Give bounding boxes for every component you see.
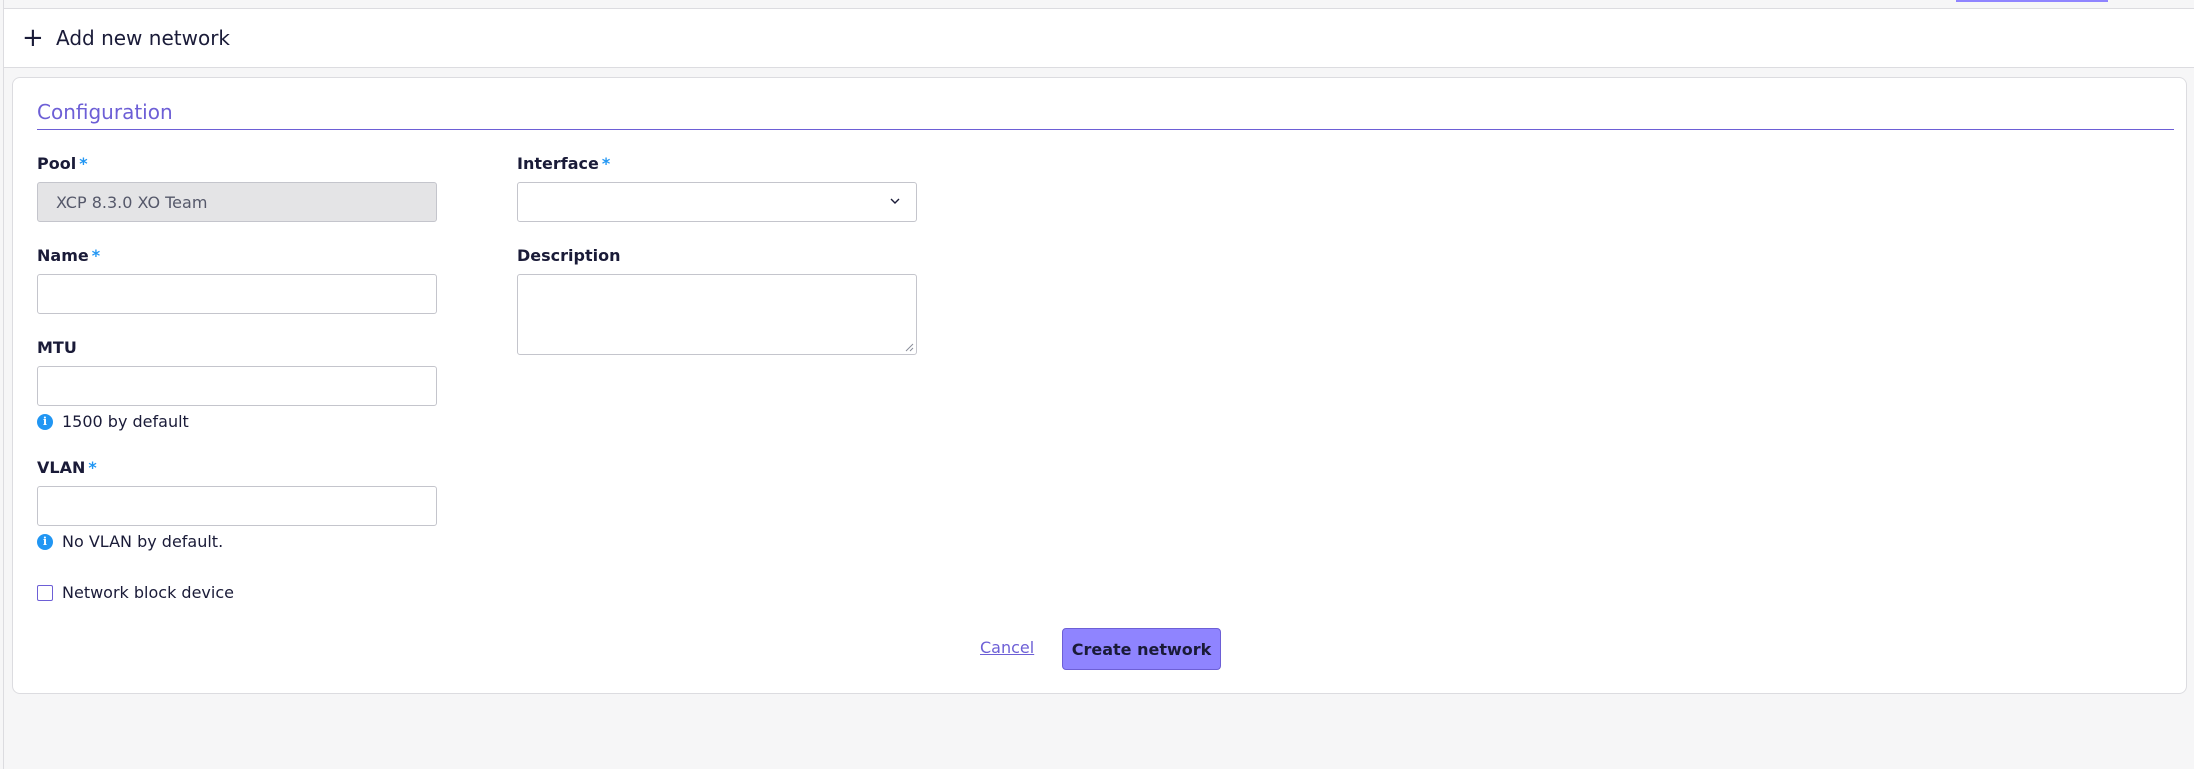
page-header: + Add new network (4, 9, 2194, 68)
required-marker: * (88, 458, 97, 477)
section-title: Configuration (37, 100, 173, 124)
top-strip (4, 0, 2194, 9)
nbd-checkbox[interactable] (37, 584, 53, 601)
required-marker: * (79, 154, 88, 173)
info-icon: i (37, 533, 53, 550)
interface-label: Interface * (517, 154, 611, 173)
description-textarea[interactable] (517, 274, 917, 355)
name-input[interactable] (37, 274, 437, 314)
network-form-card: Configuration Pool * XCP 8.3.0 XO Team In… (12, 77, 2187, 694)
description-label: Description (517, 246, 621, 265)
pool-input[interactable]: XCP 8.3.0 XO Team (37, 182, 437, 222)
create-network-button[interactable]: Create network (1062, 628, 1221, 670)
section-divider (37, 129, 2174, 130)
page-title: Add new network (56, 26, 230, 50)
active-tab-indicator (1956, 0, 2108, 2)
cancel-button[interactable]: Cancel (980, 638, 1034, 657)
info-icon: i (37, 413, 53, 430)
vlan-label: VLAN * (37, 458, 97, 477)
vlan-input[interactable] (37, 486, 437, 526)
required-marker: * (601, 154, 611, 173)
resize-grip-icon[interactable] (905, 343, 914, 352)
required-marker: * (91, 246, 101, 265)
mtu-input[interactable] (37, 366, 437, 406)
left-border (3, 0, 4, 769)
mtu-label: MTU (37, 338, 77, 357)
mtu-hint: i 1500 by default (37, 412, 189, 431)
plus-icon: + (22, 23, 44, 53)
page: + Add new network Configuration Pool * XC… (0, 0, 2194, 769)
nbd-option[interactable]: Network block device (37, 583, 234, 602)
name-label: Name * (37, 246, 101, 265)
nbd-label: Network block device (62, 583, 234, 602)
vlan-hint: i No VLAN by default. (37, 532, 223, 551)
interface-select[interactable] (517, 182, 917, 222)
pool-label: Pool * (37, 154, 88, 173)
chevron-down-icon (890, 198, 900, 204)
